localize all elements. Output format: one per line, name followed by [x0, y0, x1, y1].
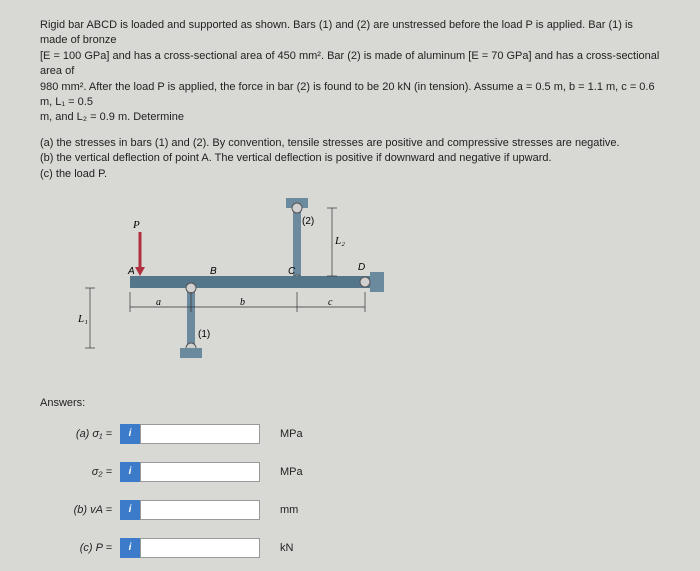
label-b-point: B — [210, 266, 217, 277]
bottom-clamp-icon — [180, 348, 202, 358]
problem-statement: Rigid bar ABCD is loaded and supported a… — [40, 18, 660, 126]
label-bar1: (1) — [198, 329, 210, 340]
support-d-icon — [370, 272, 384, 292]
answers-section: Answers: (a) σ₁ = i MPa σ₂ = i MPa (b) v… — [40, 397, 660, 558]
answer-row-sigma2: σ₂ = i MPa — [40, 462, 660, 482]
pin-d-icon — [360, 277, 370, 287]
info-icon: i — [120, 424, 140, 444]
subparts: (a) the stresses in bars (1) and (2). By… — [40, 136, 660, 182]
answer-label-sigma2: σ₂ = — [40, 466, 120, 478]
info-icon: i — [120, 500, 140, 520]
label-p: P — [132, 219, 140, 231]
problem-line-3: 980 mm². After the load P is applied, th… — [40, 81, 655, 108]
sigma1-input[interactable] — [140, 424, 260, 444]
label-dim-b: b — [240, 297, 245, 308]
pin-top-icon — [292, 203, 302, 213]
answer-label-va: (b) vA = — [40, 504, 120, 516]
label-dim-c: c — [328, 297, 333, 308]
label-dim-a: a — [156, 297, 161, 308]
label-c-point: C — [288, 266, 296, 277]
problem-line-2: [E = 100 GPa] and has a cross-sectional … — [40, 50, 659, 77]
diagram: P A B C D (2) (1) L₂ L₁ a b c — [70, 192, 430, 392]
label-a: A — [127, 266, 135, 277]
answer-label-p: (c) P = — [40, 542, 120, 554]
answer-row-p: (c) P = i kN — [40, 538, 660, 558]
answers-heading: Answers: — [40, 397, 660, 409]
diagram-svg: P A B C D (2) (1) L₂ L₁ a b c — [70, 192, 430, 392]
label-l2: L₂ — [334, 235, 345, 247]
label-l1: L₁ — [77, 313, 88, 325]
label-d: D — [358, 262, 365, 273]
info-icon: i — [120, 538, 140, 558]
subpart-b: (b) the vertical deflection of point A. … — [40, 151, 660, 166]
unit-sigma2: MPa — [280, 466, 303, 478]
answer-row-sigma1: (a) σ₁ = i MPa — [40, 424, 660, 444]
label-bar2: (2) — [302, 216, 314, 227]
rigid-bar-icon — [130, 276, 370, 288]
unit-va: mm — [280, 504, 298, 516]
info-icon: i — [120, 462, 140, 482]
p-input[interactable] — [140, 538, 260, 558]
subpart-c: (c) the load P. — [40, 167, 660, 182]
unit-p: kN — [280, 542, 293, 554]
problem-line-1: Rigid bar ABCD is loaded and supported a… — [40, 19, 633, 46]
sigma2-input[interactable] — [140, 462, 260, 482]
pin-b-icon — [186, 283, 196, 293]
load-arrowhead-icon — [135, 267, 145, 276]
answer-row-va: (b) vA = i mm — [40, 500, 660, 520]
subpart-a: (a) the stresses in bars (1) and (2). By… — [40, 136, 660, 151]
answer-label-sigma1: (a) σ₁ = — [40, 428, 120, 440]
problem-line-4: m, and L₂ = 0.9 m. Determine — [40, 111, 184, 123]
unit-sigma1: MPa — [280, 428, 303, 440]
va-input[interactable] — [140, 500, 260, 520]
